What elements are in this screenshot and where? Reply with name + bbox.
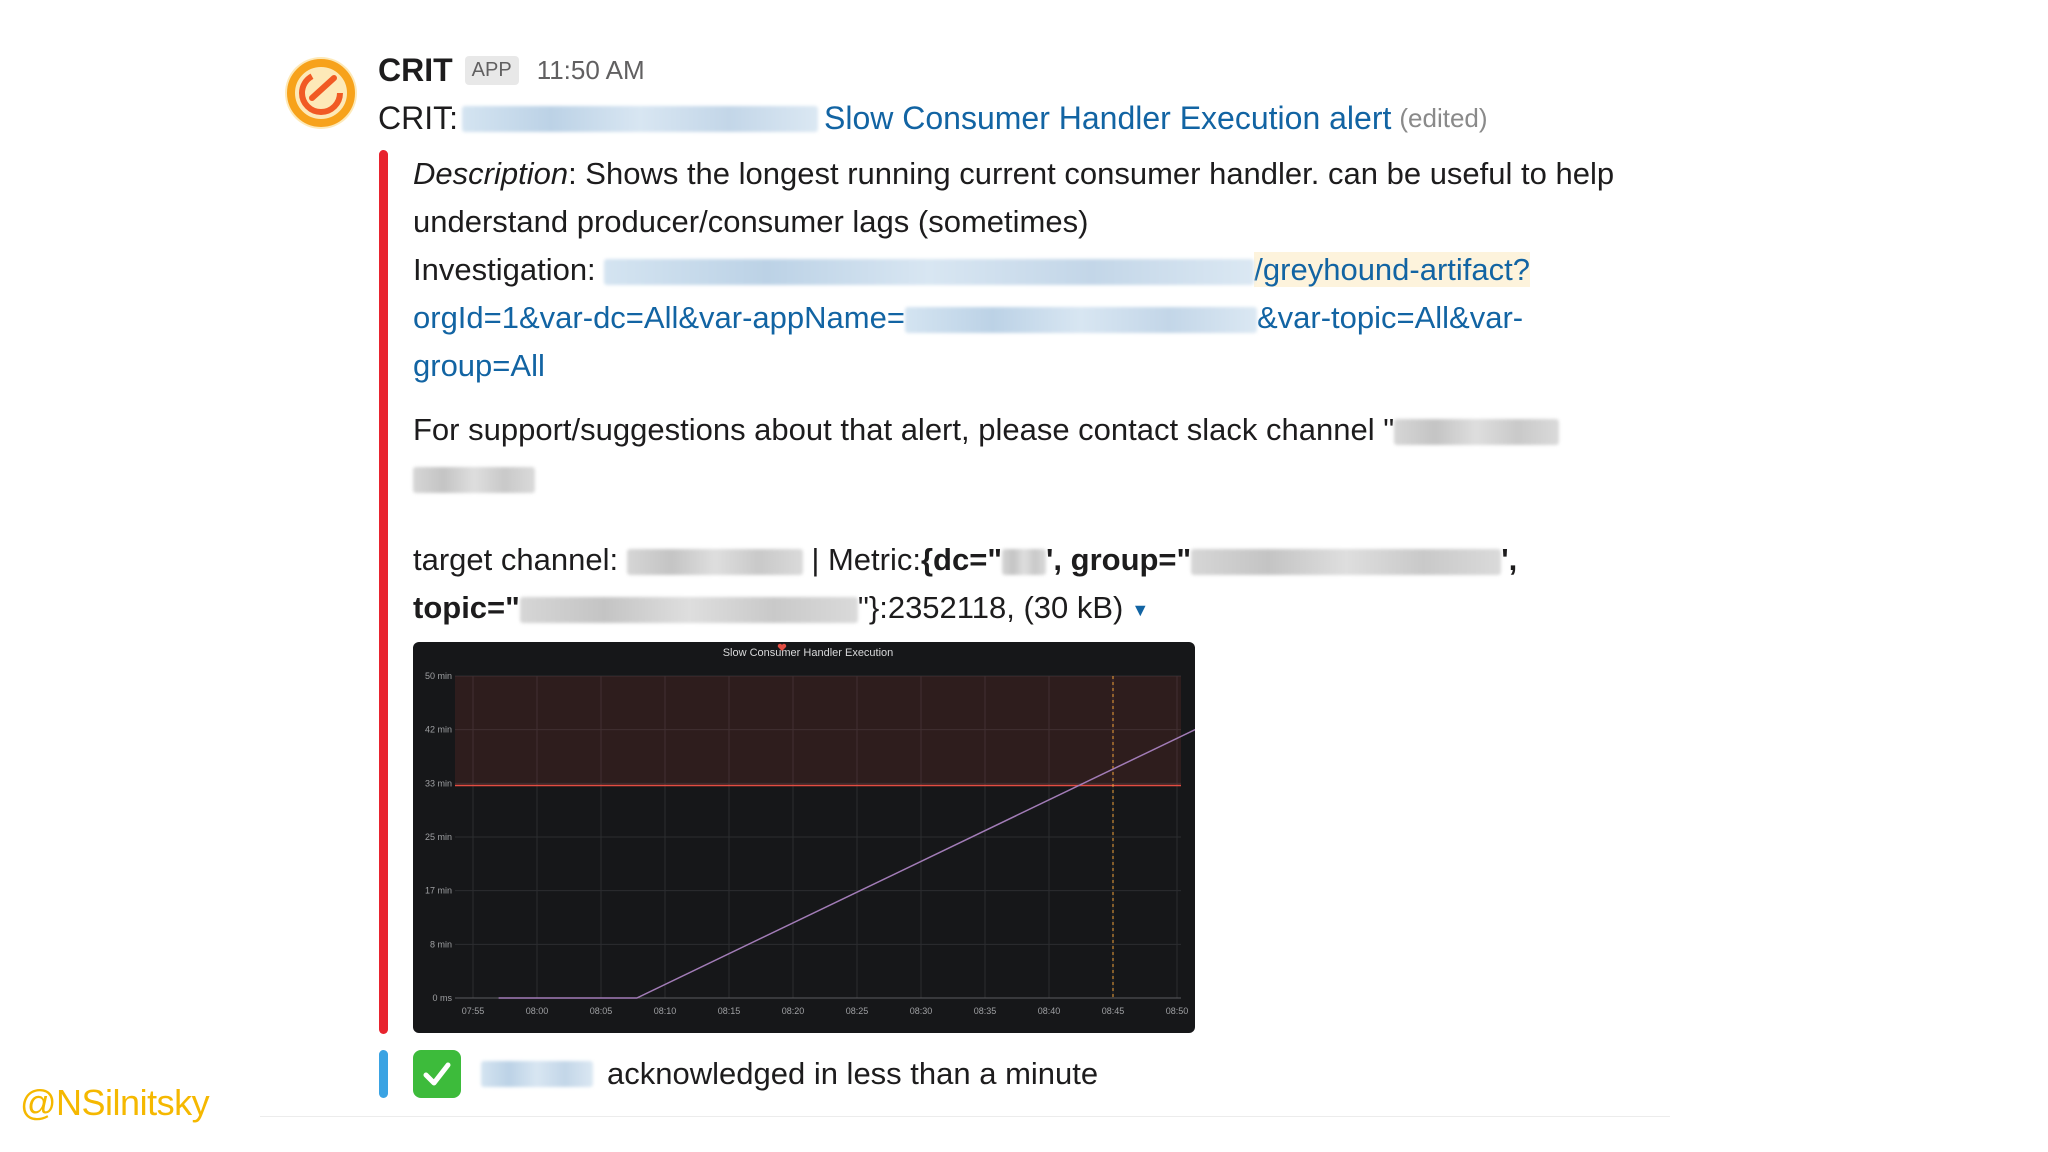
- alert-title-link[interactable]: Slow Consumer Handler Execution alert: [824, 100, 1391, 137]
- x-tick-label: 08:15: [718, 1006, 741, 1016]
- redacted-support-channel: [1394, 418, 1560, 445]
- x-tick-label: 08:05: [590, 1006, 613, 1016]
- twitter-handle: @NSilnitsky: [20, 1082, 210, 1123]
- message-timestamp[interactable]: 11:50 AM: [537, 55, 645, 86]
- support-text: For support/suggestions about that alert…: [413, 412, 1395, 447]
- investigation-line-2: orgId=1&var-dc=All&var-appName= &var-topi…: [413, 294, 1693, 342]
- redacted-user-mention[interactable]: [481, 1061, 593, 1087]
- title-prefix: CRIT:: [378, 100, 458, 136]
- app-name[interactable]: CRIT: [378, 52, 453, 89]
- x-tick-label: 07:55: [462, 1006, 485, 1016]
- y-tick-label: 33 min: [425, 778, 452, 788]
- target-line: target channel: | Metric:{dc=" ', group="…: [413, 536, 1693, 584]
- y-tick-label: 25 min: [425, 832, 452, 842]
- redacted-group: [1191, 548, 1502, 575]
- redacted-app-name[interactable]: [904, 306, 1257, 333]
- y-tick-label: 0 ms: [432, 993, 452, 1003]
- message-header: CRIT APP 11:50 AM: [378, 52, 645, 89]
- ack-color-bar: [379, 1050, 388, 1098]
- metric-dc: {dc=": [920, 542, 1003, 577]
- investigation-link-part-1[interactable]: /greyhound-artifact?: [1254, 252, 1531, 287]
- x-tick-label: 08:40: [1038, 1006, 1061, 1016]
- check-mark-icon: [413, 1050, 461, 1098]
- x-tick-label: 08:50: [1166, 1006, 1189, 1016]
- avatar[interactable]: [282, 54, 360, 132]
- chart-svg: 50 min42 min33 min25 min17 min8 min0 ms …: [425, 643, 1195, 1016]
- target-label: target channel:: [413, 542, 627, 577]
- y-tick-label: 17 min: [425, 886, 452, 896]
- description-label: Description: [413, 156, 569, 191]
- metric-line-2: topic=" "}:2352118, (30 kB) ▼: [413, 584, 1693, 634]
- y-tick-label: 8 min: [430, 939, 452, 949]
- divider: [260, 1116, 1670, 1117]
- x-tick-label: 08:10: [654, 1006, 677, 1016]
- ack-line: acknowledged in less than a minute: [413, 1050, 1098, 1098]
- x-tick-label: 08:00: [526, 1006, 549, 1016]
- investigation-link-part-3[interactable]: &var-topic=All&var-: [1257, 300, 1523, 335]
- x-tick-label: 08:45: [1102, 1006, 1125, 1016]
- description-line: Description: Shows the longest running c…: [413, 150, 1693, 198]
- expand-caret-icon[interactable]: ▼: [1131, 600, 1149, 620]
- x-tick-label: 08:35: [974, 1006, 997, 1016]
- metric-label: | Metric:: [802, 542, 921, 577]
- attachment-color-bar: [379, 150, 388, 1034]
- redacted-dc: [1002, 548, 1047, 575]
- support-line: For support/suggestions about that alert…: [413, 406, 1693, 454]
- investigation-line-3: group=All: [413, 342, 1693, 390]
- y-tick-label: 42 min: [425, 725, 452, 735]
- support-line-2: [413, 454, 1693, 502]
- message-title: CRIT: Slow Consumer Handler Execution al…: [378, 100, 1488, 137]
- investigation-line: Investigation: /greyhound-artifact?: [413, 246, 1693, 294]
- attachment-body: Description: Shows the longest running c…: [413, 150, 1693, 634]
- y-tick-label: 50 min: [425, 671, 452, 681]
- redacted-target-channel: [626, 548, 803, 575]
- crit-logo-icon: [285, 57, 357, 129]
- redacted-alert-name: [462, 105, 818, 132]
- investigation-link-part-4[interactable]: group=All: [413, 348, 545, 383]
- investigation-label: Investigation:: [413, 252, 605, 287]
- redacted-dashboard-url[interactable]: [604, 258, 1255, 285]
- description-text: : Shows the longest running current cons…: [568, 156, 1615, 191]
- x-tick-label: 08:20: [782, 1006, 805, 1016]
- redacted-topic: [519, 596, 858, 623]
- ack-text: acknowledged in less than a minute: [607, 1056, 1099, 1091]
- metric-group-end: ',: [1501, 542, 1518, 577]
- x-tick-label: 08:30: [910, 1006, 933, 1016]
- app-badge: APP: [464, 56, 519, 85]
- metric-topic-label: topic=": [413, 590, 520, 625]
- redacted-support-channel-2: [413, 466, 535, 493]
- description-line-2: understand producer/consumer lags (somet…: [413, 204, 1089, 239]
- x-tick-label: 08:25: [846, 1006, 869, 1016]
- metric-group-label: ', group=": [1046, 542, 1192, 577]
- edited-label: (edited): [1399, 103, 1488, 133]
- threshold-zone: [455, 676, 1181, 786]
- alert-chart[interactable]: 50 min 42 min 33 min 25 min 17 min 8 min 0 ms …: [413, 642, 1195, 1033]
- metric-value: "}:2352118, (30 kB): [857, 590, 1124, 625]
- chart-title: Slow Consumer Handler Execution: [723, 647, 894, 659]
- investigation-link-part-2[interactable]: orgId=1&var-dc=All&var-appName=: [413, 300, 905, 335]
